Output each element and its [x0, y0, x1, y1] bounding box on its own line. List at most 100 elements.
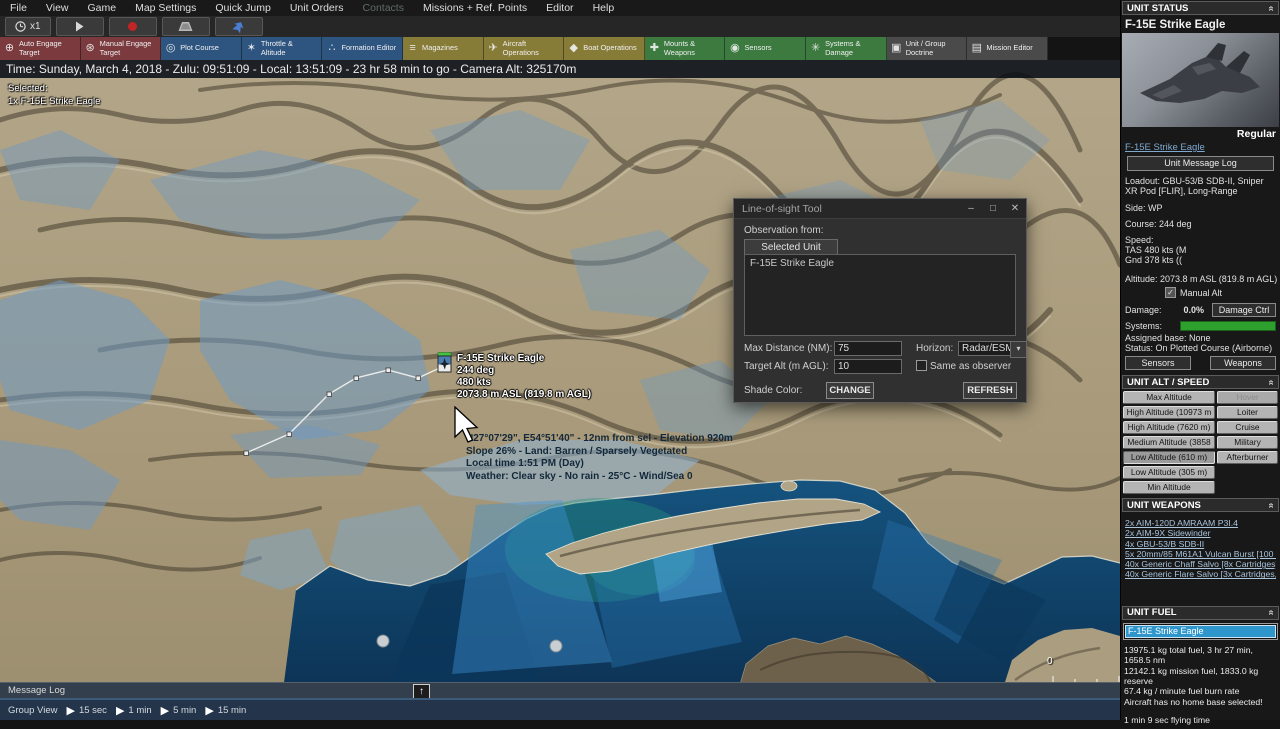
medium-altitude-button[interactable]: Medium Altitude (3858 — [1123, 436, 1215, 449]
flying-time: 1 min 9 sec flying time — [1124, 715, 1210, 726]
menu-file[interactable]: File — [10, 2, 27, 14]
menu-missions-ref-points[interactable]: Missions + Ref. Points — [423, 2, 527, 14]
menu-map-settings[interactable]: Map Settings — [135, 2, 196, 14]
menu-view[interactable]: View — [46, 2, 69, 14]
collapse-icon[interactable]: « — [1266, 5, 1277, 11]
menu-unit-orders[interactable]: Unit Orders — [290, 2, 344, 14]
assigned-base-text: Assigned base: None — [1125, 333, 1211, 343]
speed-tas: TAS 480 kts (M — [1125, 245, 1187, 255]
weapons-panel-button[interactable]: Weapons — [1210, 356, 1276, 370]
message-log-bar[interactable]: Message Log ↑ — [0, 682, 1120, 698]
pointer-button[interactable] — [214, 17, 263, 36]
menu-quick-jump[interactable]: Quick Jump — [215, 2, 270, 14]
mission-editor-button[interactable]: ▤ Mission Editor — [967, 37, 1048, 60]
target-alt-input[interactable] — [834, 359, 902, 374]
mounts-weapons-button[interactable]: ✚ Mounts & Weapons — [644, 37, 726, 60]
play-icon: ▶ — [66, 704, 75, 717]
weapon-link[interactable]: 5x 20mm/85 M61A1 Vulcan Burst [100 rnds — [1125, 549, 1276, 559]
doctrine-icon: ▣ — [891, 42, 902, 55]
horizon-dropdown-icon[interactable]: ▾ — [1010, 341, 1027, 358]
boat-operations-button[interactable]: ◆ Boat Operations — [564, 37, 645, 60]
observer-list[interactable]: F-15E Strike Eagle — [744, 254, 1016, 336]
time-compression-button[interactable]: x1 — [5, 17, 51, 36]
throttle-cruise-button[interactable]: Cruise — [1217, 421, 1278, 434]
message-log-expand-button[interactable]: ↑ — [413, 684, 430, 698]
change-button[interactable]: CHANGE — [826, 382, 874, 399]
damage-ctrl-button[interactable]: Damage Ctrl — [1212, 303, 1276, 317]
map-plane-icon — [178, 22, 193, 31]
throttle-altitude-button[interactable]: ✶ Throttle & Altitude — [241, 37, 323, 60]
min-altitude-button[interactable]: Min Altitude — [1123, 481, 1215, 494]
fuel-unit-selected[interactable]: F-15E Strike Eagle — [1125, 624, 1276, 638]
max-altitude-button[interactable]: Max Altitude — [1123, 391, 1215, 404]
fuel-info: 13975.1 kg total fuel, 3 hr 27 min, 1658… — [1121, 642, 1280, 729]
weapon-link[interactable]: 4x GBU-53/B SDB-II — [1125, 539, 1276, 549]
unit-weapons-header[interactable]: UNIT WEAPONS « — [1122, 498, 1279, 512]
same-as-observer-checkbox[interactable] — [916, 360, 927, 371]
weapon-link[interactable]: 2x AIM-9X Sidewinder — [1125, 528, 1276, 538]
play-button[interactable] — [55, 17, 104, 36]
collapse-icon[interactable]: « — [1266, 610, 1277, 616]
menu-editor[interactable]: Editor — [546, 2, 573, 14]
maximize-icon[interactable]: □ — [982, 203, 1004, 214]
group-view-label: Group View — [8, 704, 58, 716]
play-icon: ▶ — [160, 704, 170, 717]
unit-alt-speed-header[interactable]: UNIT ALT / SPEED « — [1122, 375, 1279, 389]
unit-message-log-button[interactable]: Unit Message Log — [1127, 156, 1274, 171]
magazines-button[interactable]: ≡ Magazines — [403, 37, 484, 60]
altitude-text: Altitude: 2073.8 m ASL (819.8 m AGL) — [1125, 274, 1278, 284]
record-button[interactable] — [108, 17, 157, 36]
observer-list-item[interactable]: F-15E Strike Eagle — [745, 255, 1015, 272]
throttle-afterburner-button[interactable]: Afterburner — [1217, 451, 1278, 464]
max-distance-input[interactable] — [834, 341, 902, 356]
unit-group-doctrine-button[interactable]: ▣ Unit / Group Doctrine — [886, 37, 968, 60]
plot-course-button[interactable]: ◎ Plot Course — [161, 37, 242, 60]
menu-help[interactable]: Help — [593, 2, 615, 14]
systems-damage-button[interactable]: ✳ Systems & Damage — [806, 37, 887, 60]
menu-game[interactable]: Game — [88, 2, 117, 14]
formation-editor-button[interactable]: ∴ Formation Editor — [322, 37, 404, 60]
toolbar: ⊕ Auto Engage Target ⊛ Manual Engage Targe… — [0, 37, 1048, 60]
low-altitude-610-button[interactable]: Low Altitude (610 m) — [1123, 451, 1215, 464]
time-multiplier: x1 — [30, 21, 41, 32]
sensors-button[interactable]: ◉ Sensors — [725, 37, 807, 60]
collapse-icon[interactable]: « — [1266, 379, 1277, 385]
interval-5min-button[interactable]: ▶ 5 min — [161, 704, 197, 717]
proficiency-label: Regular — [1236, 128, 1276, 140]
throttle-loiter-button[interactable]: Loiter — [1217, 406, 1278, 419]
horizon-select[interactable]: Radar/ESM — [958, 341, 1014, 356]
interval-15sec-button[interactable]: ▶ 15 sec — [66, 704, 106, 717]
unit-status-header[interactable]: UNIT STATUS « — [1122, 1, 1279, 15]
side-text: Side: WP — [1125, 203, 1163, 213]
refresh-button[interactable]: REFRESH — [963, 382, 1017, 399]
formation-icon: ∴ — [328, 42, 336, 55]
throttle-military-button[interactable]: Military — [1217, 436, 1278, 449]
selected-unit-name: 1x F-15E Strike Eagle — [8, 96, 101, 107]
interval-15min-button[interactable]: ▶ 15 min — [205, 704, 246, 717]
sensors-icon: ◉ — [730, 42, 740, 55]
minimize-icon[interactable]: – — [960, 203, 982, 214]
high-altitude-10973-button[interactable]: High Altitude (10973 m — [1123, 406, 1215, 419]
high-altitude-7620-button[interactable]: High Altitude (7620 m) — [1123, 421, 1215, 434]
collapse-icon[interactable]: « — [1266, 502, 1277, 508]
weapon-link[interactable]: 40x Generic Flare Salvo [3x Cartridges, … — [1125, 569, 1276, 579]
aircraft-operations-button[interactable]: ✈ Aircraft Operations — [483, 37, 565, 60]
interval-1min-button[interactable]: ▶ 1 min — [116, 704, 152, 717]
manual-alt-checkbox[interactable]: ✓ — [1165, 287, 1176, 298]
boat-icon: ◆ — [569, 42, 578, 55]
close-icon[interactable]: ✕ — [1004, 203, 1026, 214]
auto-engage-target-button[interactable]: ⊕ Auto Engage Target — [0, 37, 81, 60]
play-icon: ▶ — [115, 704, 125, 717]
right-sidebar: UNIT STATUS « F-15E Strike Eagle Regular… — [1120, 0, 1280, 725]
sensors-panel-button[interactable]: Sensors — [1125, 356, 1191, 370]
weapon-link[interactable]: 2x AIM-120D AMRAAM P3I.4 — [1125, 518, 1276, 528]
damage-label: Damage: — [1125, 305, 1162, 315]
tab-selected-unit[interactable]: Selected Unit — [744, 239, 838, 255]
unit-fuel-header[interactable]: UNIT FUEL « — [1122, 605, 1279, 620]
low-altitude-305-button[interactable]: Low Altitude (305 m) — [1123, 466, 1215, 479]
unit-db-link[interactable]: F-15E Strike Eagle — [1121, 141, 1280, 156]
weapon-link[interactable]: 40x Generic Chaff Salvo [8x Cartridges] — [1125, 559, 1276, 569]
aircraft-photo — [1122, 33, 1279, 127]
manual-engage-target-button[interactable]: ⊛ Manual Engage Target — [80, 37, 162, 60]
map-view-button[interactable] — [161, 17, 210, 36]
